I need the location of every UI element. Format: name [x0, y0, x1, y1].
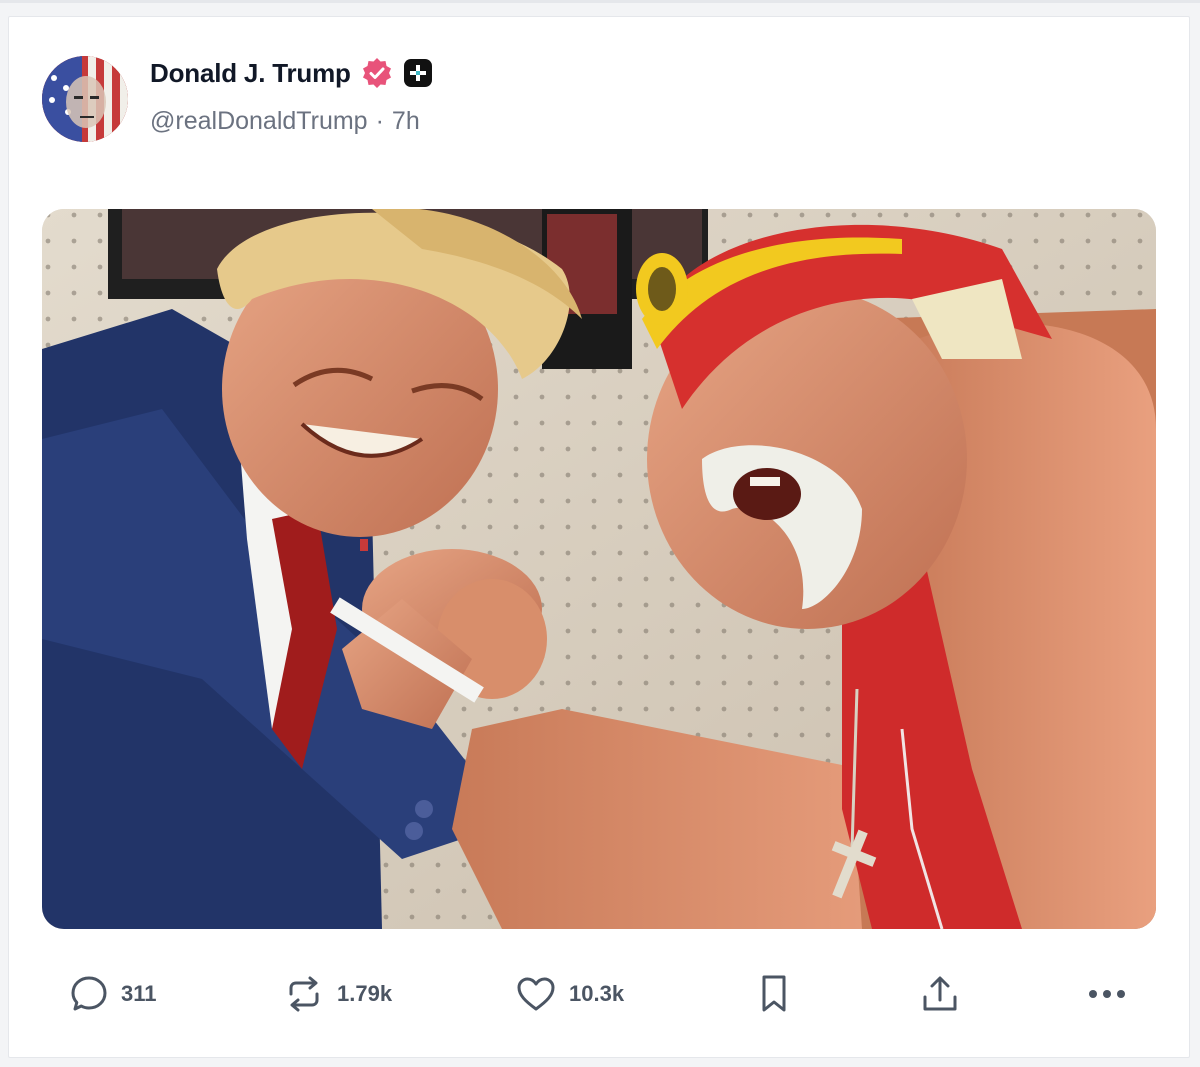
- more-icon: [1085, 984, 1129, 1004]
- handle-row: @realDonaldTrump · 7h: [150, 107, 420, 136]
- plus-badge-icon: [403, 58, 433, 88]
- reply-icon: [69, 974, 109, 1014]
- post-time[interactable]: 7h: [392, 107, 420, 136]
- like-icon: [515, 974, 557, 1014]
- top-divider: [0, 0, 1200, 3]
- like-count: 10.3k: [569, 981, 625, 1006]
- repost-icon: [283, 974, 325, 1014]
- repost-button[interactable]: 1.79k: [283, 969, 392, 1019]
- reply-button[interactable]: 311: [69, 969, 157, 1019]
- repost-count: 1.79k: [337, 981, 393, 1006]
- arm-wrestling-photo: [42, 209, 1156, 929]
- share-button[interactable]: [919, 969, 961, 1019]
- post-image[interactable]: [42, 209, 1156, 929]
- post-actions: 311 1.79k 10.3k: [9, 969, 1191, 1019]
- more-options-button[interactable]: [1085, 969, 1129, 1019]
- author-name[interactable]: Donald J. Trump: [150, 58, 351, 89]
- separator: ·: [375, 107, 384, 135]
- bookmark-button[interactable]: [757, 969, 791, 1019]
- share-icon: [919, 973, 961, 1015]
- post-card: Donald J. Trump @realDonaldTrump · 7h 31…: [8, 16, 1190, 1058]
- author-row: Donald J. Trump: [150, 57, 433, 89]
- reply-count: 311: [121, 981, 157, 1006]
- bookmark-icon: [757, 973, 791, 1015]
- like-button[interactable]: 10.3k: [515, 969, 624, 1019]
- avatar[interactable]: [42, 56, 128, 142]
- author-handle[interactable]: @realDonaldTrump: [150, 107, 368, 136]
- verified-badge-icon: [361, 57, 393, 89]
